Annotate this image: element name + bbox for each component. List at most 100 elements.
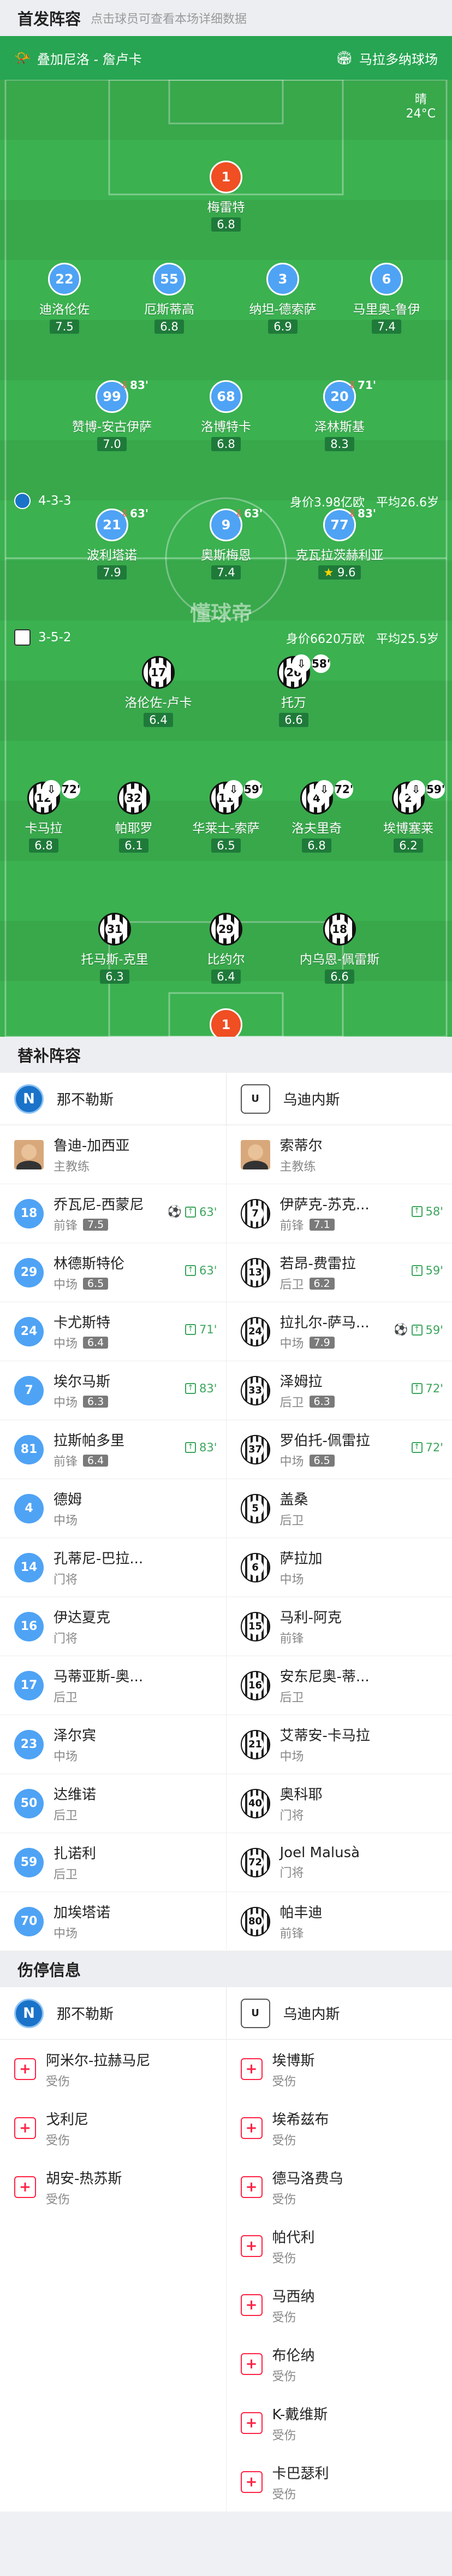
player-name: 埃尔马斯 xyxy=(53,1374,111,1390)
away-sub-player[interactable]: 7 伊萨克-苏克... 前锋 7.1 ↑ 58' xyxy=(227,1184,452,1243)
player-marker[interactable]: 20 ⇩ 71' 泽林斯基 8.3 xyxy=(293,379,386,451)
injury-row: + 马西纳 受伤 xyxy=(0,2276,452,2335)
player-marker[interactable]: 3 纳坦-德索萨 6.9 xyxy=(236,263,329,334)
player-name: 拉斯帕多里 xyxy=(53,1433,125,1449)
home-injury[interactable]: + 戈利尼 受伤 xyxy=(0,2099,227,2158)
away-sub-player[interactable]: 16 安东尼奥-蒂... 后卫 xyxy=(227,1656,452,1715)
player-marker[interactable]: 68 洛博特卡 6.8 xyxy=(180,380,272,451)
home-injury[interactable]: + 胡安-热苏斯 受伤 xyxy=(0,2158,227,2217)
home-sub-player[interactable]: 50 达维诺 后卫 xyxy=(0,1774,227,1833)
sub-on-indicator: ⚽ ↑ 63' xyxy=(168,1205,217,1219)
player-position: 后卫 xyxy=(53,1688,143,1705)
player-marker[interactable]: 9 ⇩ 63' 奥斯梅恩 7.4 xyxy=(180,507,272,580)
player-marker[interactable]: 32 帕耶罗 6.1 xyxy=(87,782,180,853)
sub-on-indicator: ↑ 72' xyxy=(411,1441,443,1454)
position-label: 中场 xyxy=(279,1455,304,1469)
page-title: 首发阵容 xyxy=(17,10,81,28)
player-marker[interactable]: 12 ⇩ 72' 卡马拉 6.8 xyxy=(0,780,90,853)
player-marker[interactable]: 2 ⇩ 59' 埃博塞莱 6.2 xyxy=(362,780,452,853)
jersey-icon: 11 ⇩ 59' xyxy=(210,780,263,814)
home-sub-player[interactable]: 23 泽尔宾 中场 xyxy=(0,1715,227,1774)
player-marker[interactable]: 31 托马斯-克里 6.3 xyxy=(68,913,161,984)
subs-teams-row: N 那不勒斯 U 乌迪内斯 xyxy=(0,1073,452,1125)
arrow-down-icon: ⇩ xyxy=(234,507,243,519)
subs-away-team[interactable]: U 乌迪内斯 xyxy=(227,1073,452,1125)
player-marker[interactable]: 29 比约尔 6.4 xyxy=(180,913,272,984)
coach-row: 鲁迪-加西亚 主教练 索蒂尔 主教练 xyxy=(0,1125,452,1184)
player-marker[interactable]: 55 厄斯蒂高 6.8 xyxy=(123,263,216,334)
home-sub-player[interactable]: 4 德姆 中场 xyxy=(0,1479,227,1538)
arrow-down-icon: ⇩ xyxy=(348,507,357,519)
away-sub-player[interactable]: 15 马利-阿克 前锋 xyxy=(227,1597,452,1656)
home-sub-player[interactable]: 59 扎诺利 后卫 xyxy=(0,1833,227,1892)
player-name: 德马洛费乌 xyxy=(272,2170,343,2187)
away-injury[interactable]: + 马西纳 受伤 xyxy=(227,2276,452,2335)
subs-home-team[interactable]: N 那不勒斯 xyxy=(0,1073,227,1125)
injury-away-team[interactable]: U 乌迪内斯 xyxy=(227,1987,452,2039)
home-injury[interactable]: + 阿米尔-拉赫马尼 受伤 xyxy=(0,2040,227,2099)
injury-cross-icon: + xyxy=(14,2176,36,2198)
player-marker[interactable]: 1 梅雷特 6.8 xyxy=(180,161,272,232)
home-sub-player[interactable]: 16 伊达夏克 门将 xyxy=(0,1597,227,1656)
away-sub-player[interactable]: 5 盖桑 后卫 xyxy=(227,1479,452,1538)
player-name: 盖桑 xyxy=(279,1492,308,1508)
home-sub-player[interactable]: 7 埃尔马斯 中场 6.3 ↑ 83' xyxy=(0,1361,227,1420)
udinese-badge-icon: U xyxy=(240,1998,270,2028)
away-sub-player[interactable]: 40 奥科耶 门将 xyxy=(227,1774,452,1833)
sub-row: 59 扎诺利 后卫 72 Joel Malusà 门将 xyxy=(0,1833,452,1892)
away-sub-player[interactable]: 6 萨拉加 中场 xyxy=(227,1538,452,1597)
player-marker[interactable]: 18 内乌恩-佩雷斯 6.6 xyxy=(293,913,386,984)
away-sub-player[interactable]: 21 艾蒂安-卡马拉 中场 xyxy=(227,1715,452,1774)
player-marker[interactable]: 17 洛伦佐-卢卡 6.4 xyxy=(112,656,205,727)
home-coach[interactable]: 鲁迪-加西亚 主教练 xyxy=(0,1125,227,1184)
jersey-icon: 68 xyxy=(210,380,242,413)
away-sub-player[interactable]: 33 泽姆拉 后卫 6.3 ↑ 72' xyxy=(227,1361,452,1420)
away-injury[interactable]: + 卡巴瑟利 受伤 xyxy=(227,2453,452,2512)
home-injury xyxy=(0,2453,227,2512)
home-sub-player[interactable]: 14 孔蒂尼-巴拉... 门将 xyxy=(0,1538,227,1597)
player-marker[interactable]: 26 ⇩ 58' 托万 6.6 xyxy=(247,654,340,727)
away-coach[interactable]: 索蒂尔 主教练 xyxy=(227,1125,452,1184)
player-name: Joel Malusà xyxy=(279,1844,360,1861)
jersey-icon: 33 xyxy=(240,1375,270,1405)
jersey-icon: 37 xyxy=(240,1434,270,1464)
home-sub-player[interactable]: 70 加埃塔诺 中场 xyxy=(0,1892,227,1951)
home-sub-player[interactable]: 17 马蒂亚斯-奥... 后卫 xyxy=(0,1656,227,1715)
player-marker[interactable]: 1西尔维斯特里7.2 xyxy=(180,1008,272,1037)
position-label: 后卫 xyxy=(279,1514,304,1528)
home-sub-player[interactable]: 18 乔瓦尼-西蒙尼 前锋 7.5 ⚽ ↑ 63' xyxy=(0,1184,227,1243)
away-sub-player[interactable]: 37 罗伯托-佩雷拉 中场 6.5 ↑ 72' xyxy=(227,1420,452,1479)
injury-info: K-戴维斯 受伤 xyxy=(272,2403,328,2443)
away-injury[interactable]: + 埃博斯 受伤 xyxy=(227,2040,452,2099)
away-injury[interactable]: + 埃希兹布 受伤 xyxy=(227,2099,452,2158)
away-sub-player[interactable]: 72 Joel Malusà 门将 xyxy=(227,1833,452,1892)
player-marker[interactable]: 99 ⇩ 83' 赞博-安古伊萨 7.0 xyxy=(66,379,158,451)
player-name: 马蒂亚斯-奥... xyxy=(53,1669,144,1685)
arrow-down-icon: ⇩ xyxy=(42,780,61,799)
player-rating: 6.3 xyxy=(100,970,129,984)
away-sub-player[interactable]: 13 若昂-费雷拉 后卫 6.2 ↑ 59' xyxy=(227,1243,452,1302)
player-marker[interactable]: 6 马里奥-鲁伊 7.4 xyxy=(340,263,433,334)
player-marker[interactable]: 77 ⇩ 83' 克瓦拉茨赫利亚 ★ 9.6 xyxy=(293,507,386,580)
whistle-icon: 📯 xyxy=(14,50,31,66)
player-marker[interactable]: 4 ⇩ 72' 洛夫里奇 6.8 xyxy=(270,780,363,853)
home-formation-shape: 4-3-3 xyxy=(38,494,72,508)
player-marker[interactable]: 21 ⇩ 63' 波利塔诺 7.9 xyxy=(66,507,158,580)
player-rating: 6.5 xyxy=(211,838,241,853)
away-injury[interactable]: + K-戴维斯 受伤 xyxy=(227,2394,452,2453)
home-sub-player[interactable]: 29 林德斯特伦 中场 6.5 ↑ 63' xyxy=(0,1243,227,1302)
away-sub-player[interactable]: 24 拉扎尔-萨马... 中场 7.9 ⚽ ↑ 59' xyxy=(227,1302,452,1361)
player-marker[interactable]: 22 迪洛伦佐 7.5 xyxy=(18,263,111,334)
injury-status: 受伤 xyxy=(272,2370,296,2384)
jersey-icon: 99 ⇩ 83' xyxy=(96,379,148,413)
injury-home-team[interactable]: N 那不勒斯 xyxy=(0,1987,227,2039)
home-sub-player[interactable]: 24 卡尤斯特 中场 6.4 ↑ 71' xyxy=(0,1302,227,1361)
home-sub-player[interactable]: 81 拉斯帕多里 前锋 6.4 ↑ 83' xyxy=(0,1420,227,1479)
away-injury[interactable]: + 帕代利 受伤 xyxy=(227,2217,452,2276)
away-sub-player[interactable]: 80 帕丰迪 前锋 xyxy=(227,1892,452,1951)
player-name: 马里奥-鲁伊 xyxy=(353,303,420,317)
away-injury[interactable]: + 布伦纳 受伤 xyxy=(227,2335,452,2394)
player-info: 若昂-费雷拉 后卫 6.2 xyxy=(280,1252,356,1292)
away-injury[interactable]: + 德马洛费乌 受伤 xyxy=(227,2158,452,2217)
player-marker[interactable]: 11 ⇩ 59' 华莱士-索萨 6.5 xyxy=(180,780,272,853)
